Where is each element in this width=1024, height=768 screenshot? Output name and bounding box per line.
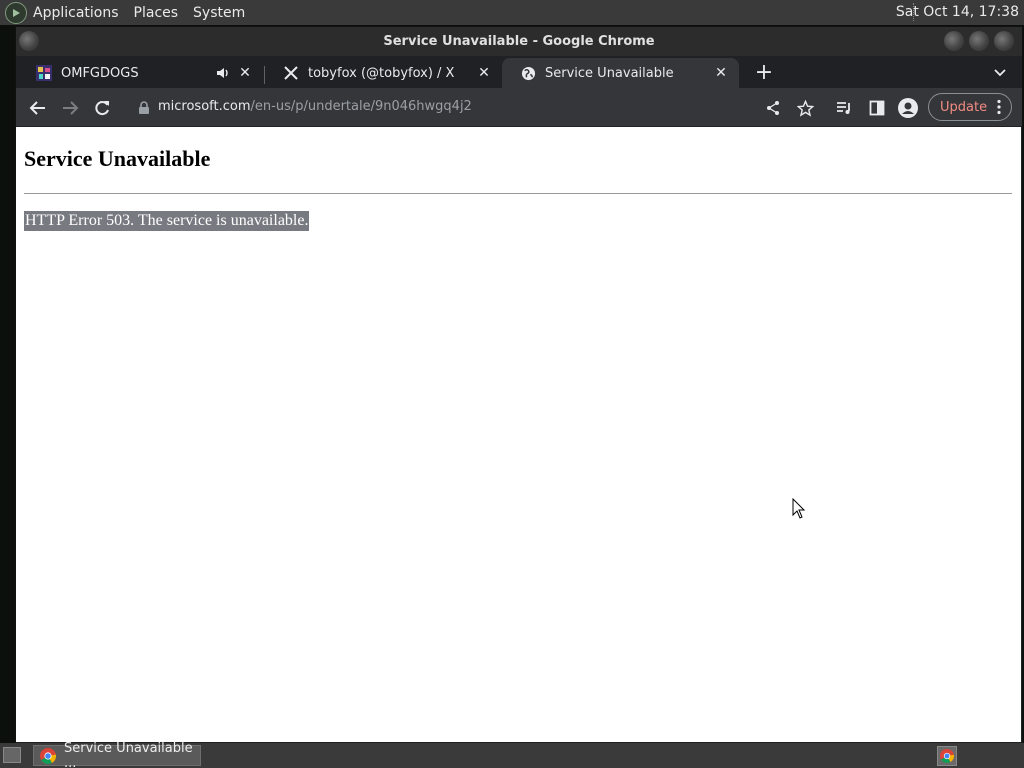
chrome-window: Service Unavailable - Google Chrome OMFG… [15,26,1023,744]
tab-service-unavailable[interactable]: Service Unavailable ✕ [502,58,739,88]
omfgdogs-icon [36,65,52,81]
bottom-taskbar: Service Unavailable ... [0,741,1024,768]
tab-omfgdogs[interactable]: OMFGDOGS ✕ [18,58,263,88]
tab-title: tobyfox (@tobyfox) / X [308,65,455,81]
url-host: microsoft.com [158,99,251,114]
clock[interactable]: Sat Oct 14, 17:38 [896,4,1019,20]
close-icon[interactable]: ✕ [476,65,492,81]
tab-search-chevron-icon[interactable] [992,64,1008,80]
media-controls-icon[interactable] [834,98,854,118]
more-vert-icon[interactable] [997,99,1001,115]
top-panel: Applications Places System Sat Oct 14, 1… [0,0,1024,25]
minimize-button[interactable] [944,31,964,51]
menu-applications[interactable]: Applications [33,5,119,21]
page-heading: Service Unavailable [24,146,211,171]
speaker-icon[interactable] [215,65,231,81]
tab-tobyfox[interactable]: tobyfox (@tobyfox) / X ✕ [265,58,502,88]
menu-system[interactable]: System [193,5,245,21]
tab-strip: OMFGDOGS ✕ tobyfox (@tobyfox) / X ✕ Serv… [16,56,1022,88]
error-message: HTTP Error 503. The service is unavailab… [24,211,310,231]
distro-logo-icon[interactable] [5,1,27,24]
browser-toolbar: microsoft.com/en-us/p/undertale/9n046hwg… [16,88,1022,126]
x-logo-icon [283,65,299,81]
page-content: Service Unavailable HTTP Error 503. The … [16,127,1021,742]
globe-icon [520,65,536,81]
chrome-icon [40,747,57,764]
close-icon[interactable]: ✕ [713,65,729,81]
task-label: Service Unavailable ... [64,740,193,768]
close-window-button[interactable] [994,31,1014,51]
address-bar[interactable]: microsoft.com/en-us/p/undertale/9n046hwg… [128,91,818,123]
tab-title: OMFGDOGS [61,65,139,81]
url-path: /en-us/p/undertale/9n046hwgq4j2 [250,99,472,114]
window-title: Service Unavailable - Google Chrome [383,34,655,49]
maximize-button[interactable] [969,31,989,51]
desktop: Applications Places System Sat Oct 14, 1… [0,0,1024,768]
horizontal-rule [24,193,1012,194]
menu-places[interactable]: Places [134,5,179,21]
side-panel-icon[interactable] [867,98,887,118]
back-arrow-icon[interactable] [28,98,48,118]
lock-icon[interactable] [138,100,152,114]
mouse-cursor-icon [792,497,806,520]
new-tab-button[interactable]: + [753,62,775,84]
show-desktop-icon[interactable] [3,747,21,763]
update-label: Update [940,99,988,115]
reload-icon[interactable] [92,98,112,118]
bookmark-star-icon[interactable] [795,98,815,118]
window-titlebar[interactable]: Service Unavailable - Google Chrome [16,27,1022,56]
tray-chrome-icon[interactable] [937,746,957,766]
update-button[interactable]: Update [928,93,1012,121]
forward-arrow-icon[interactable] [60,98,80,118]
profile-avatar-icon[interactable] [898,98,918,118]
url-text[interactable]: microsoft.com/en-us/p/undertale/9n046hwg… [158,99,472,114]
share-icon[interactable] [763,98,783,118]
window-menu-button[interactable] [19,31,39,51]
taskbar-task-chrome[interactable]: Service Unavailable ... [33,741,201,768]
tab-title: Service Unavailable [545,65,674,81]
close-icon[interactable]: ✕ [237,65,253,81]
